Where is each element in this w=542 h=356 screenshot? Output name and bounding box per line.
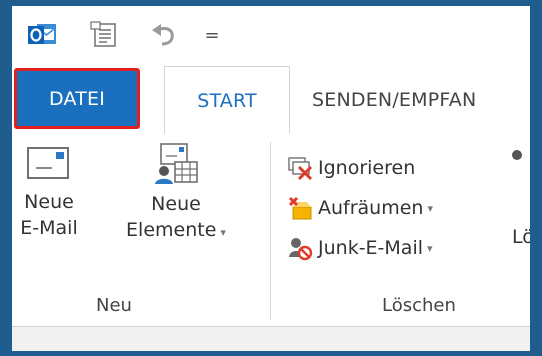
ribbon-tabs: DATEI START SENDEN/EMPFAN [12,66,530,135]
new-email-button[interactable]: Neue E-Mail [12,142,86,242]
group-label-loeschen: Löschen [382,295,456,316]
group-separator [270,142,271,320]
tab-start[interactable]: START [164,66,290,135]
envelope-icon [25,142,73,188]
chevron-down-icon: ▾ [427,241,433,255]
clean-up-icon [286,194,314,222]
ignore-button[interactable]: Ignorieren [286,150,415,186]
new-items-label-text: Elemente [126,219,217,241]
ignore-label: Ignorieren [318,157,416,179]
outlook-window: = DATEI START SENDEN/EMPFAN Neue E-Mail [12,6,530,351]
delete-button[interactable]: Lö [508,142,530,292]
new-items-label-line1: Neue [151,193,201,215]
junk-icon [286,234,314,262]
new-items-label-line2: Elemente ▾ [126,216,226,247]
tab-datei[interactable]: DATEI [14,68,140,129]
content-area [12,327,530,351]
clean-up-label: Aufräumen [318,197,424,219]
junk-email-button[interactable]: Junk-E-Mail ▾ [286,230,433,266]
group-label-neu: Neu [96,295,132,316]
ignore-icon [286,154,314,182]
outlook-app-icon[interactable] [26,20,58,50]
ribbon-content: Neue E-Mail Neue Elemente ▾ Neu Ignorier… [12,134,530,327]
quick-access-toolbar: = [12,6,530,66]
clean-up-button[interactable]: Aufräumen ▾ [286,190,433,226]
new-items-icon [147,142,205,190]
new-items-button[interactable]: Neue Elemente ▾ [96,142,256,247]
customize-qat-icon[interactable]: = [202,20,222,50]
chevron-down-icon: ▾ [220,226,226,239]
tab-senden-empfangen[interactable]: SENDEN/EMPFAN [312,66,476,134]
sync-folder-icon[interactable] [88,20,120,50]
undo-icon[interactable] [148,20,180,50]
delete-icon [512,150,522,160]
new-email-label-line1: Neue [24,191,74,213]
junk-label: Junk-E-Mail [318,237,424,259]
delete-label: Lö [512,226,530,248]
chevron-down-icon: ▾ [427,201,433,215]
new-email-label-line2: E-Mail [20,217,78,239]
